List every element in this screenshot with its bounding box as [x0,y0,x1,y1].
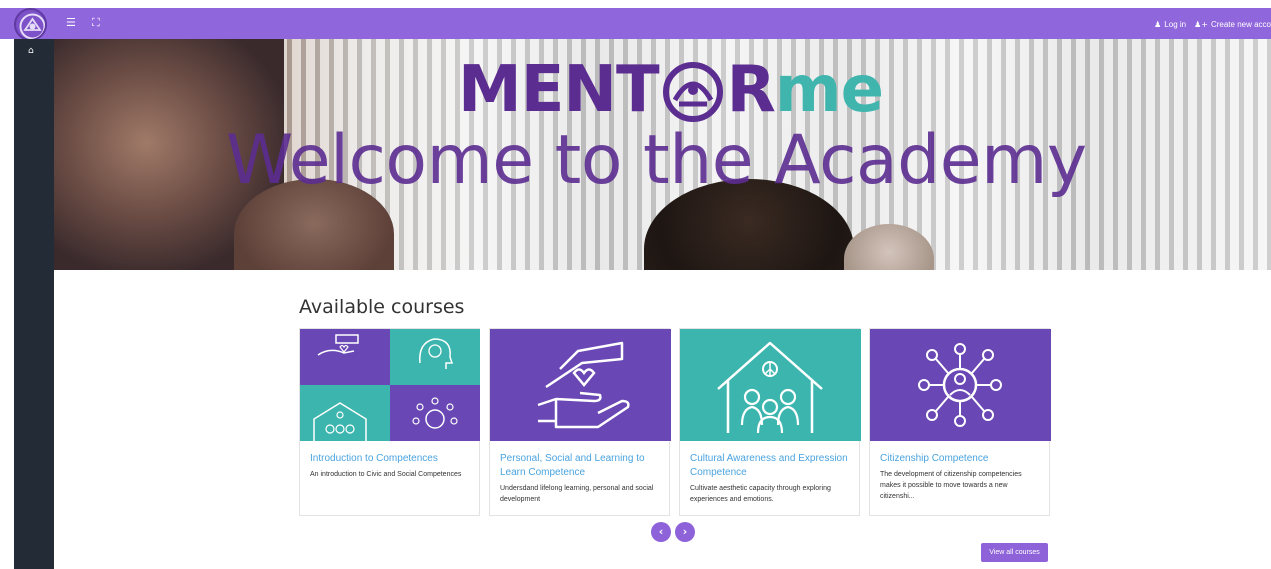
course-card[interactable]: Citizenship Competence The development o… [869,328,1051,516]
login-label: Log in [1164,19,1187,29]
course-image[interactable] [680,329,861,441]
site-logo[interactable] [14,8,47,41]
image-tile [390,329,480,385]
menu-icon[interactable]: ☰ [66,16,76,30]
home-icon[interactable]: ⌂ [28,46,34,56]
logo-mark-icon [19,13,45,39]
brand-o-emblem-icon [661,60,725,124]
course-image[interactable] [490,329,671,441]
course-title[interactable]: Introduction to Competences [310,452,469,466]
carousel-prev-button[interactable]: ‹ [651,522,671,542]
brand-text-r: R [726,53,776,127]
create-account-link[interactable]: ♟+ Create new acco [1194,20,1271,29]
user-menu: ♟ Log in ♟+ Create new acco [1154,17,1271,31]
course-description: Undersdand lifelong learning, personal a… [500,485,654,503]
hero-banner: MENT R me Welcome to the Academy [54,39,1271,270]
carousel-next-button[interactable]: › [675,522,695,542]
course-card[interactable]: Cultural Awareness and Expression Compet… [679,328,861,516]
login-link[interactable]: ♟ Log in [1154,20,1186,29]
course-description: The development of citizenship competenc… [880,471,1022,500]
left-sidebar: ⌂ [14,39,54,569]
welcome-heading: Welcome to the Academy [226,121,1087,200]
community-house-icon [717,341,823,434]
top-navbar: ☰ ⛶ ♟ Log in ♟+ Create new acco [0,8,1271,41]
course-image[interactable] [300,329,481,441]
add-user-icon: ♟+ [1194,19,1208,29]
image-tile [390,385,480,441]
hand-heart-icon [537,341,630,429]
course-title[interactable]: Personal, Social and Learning to Learn C… [500,452,659,480]
user-icon: ♟ [1154,19,1162,29]
network-person-icon [918,343,1002,427]
create-account-label: Create new acco [1210,19,1271,29]
course-image[interactable] [870,329,1051,441]
brand-text-ment: MENT [458,53,660,127]
courses-section-title: Available courses [299,296,465,318]
view-all-courses-button[interactable]: View all courses [981,543,1048,562]
brand-text-me: me [774,53,884,127]
course-description: An introduction to Civic and Social Comp… [310,471,462,478]
fullscreen-icon[interactable]: ⛶ [92,16,100,30]
page: ☰ ⛶ ♟ Log in ♟+ Create new acco ⌂ MENT R… [0,0,1271,569]
course-card[interactable]: Introduction to Competences An introduct… [299,328,480,516]
course-description: Cultivate aesthetic capacity through exp… [690,485,831,503]
course-title[interactable]: Cultural Awareness and Expression Compet… [690,452,849,480]
course-title[interactable]: Citizenship Competence [880,452,1039,466]
course-card[interactable]: Personal, Social and Learning to Learn C… [489,328,671,516]
image-tile [300,385,390,441]
image-tile [300,329,390,385]
